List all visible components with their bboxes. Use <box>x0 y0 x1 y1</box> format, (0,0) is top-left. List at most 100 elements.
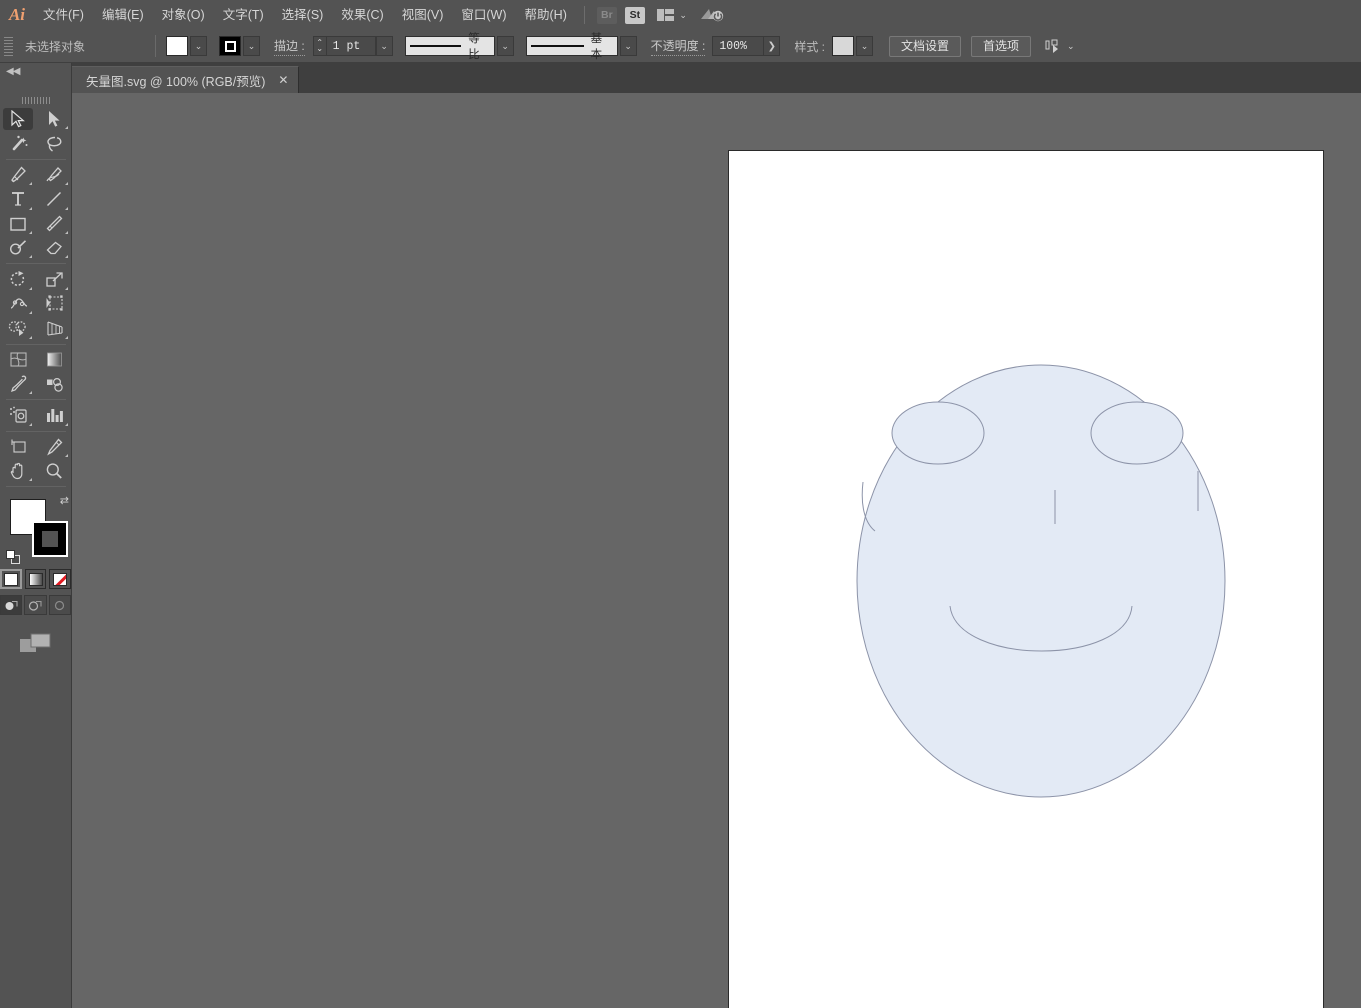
fill-color-swatch[interactable] <box>166 36 188 56</box>
draw-normal-mode[interactable] <box>0 595 23 616</box>
lasso-tool[interactable] <box>36 131 72 155</box>
graphic-style-group[interactable]: ⌄ <box>832 36 874 56</box>
column-graph-tool[interactable] <box>36 403 72 427</box>
menu-window[interactable]: 窗口(W) <box>452 0 515 30</box>
style-chevron-down-icon[interactable]: ⌄ <box>856 36 874 56</box>
fill-swatch-group[interactable]: ⌄ <box>166 36 207 56</box>
shaper-tool[interactable] <box>0 236 36 260</box>
align-chevron-down-icon[interactable]: ⌄ <box>1067 41 1075 52</box>
color-mode-gradient[interactable] <box>24 569 47 590</box>
hand-tool[interactable] <box>0 459 36 483</box>
direct-selection-tool[interactable] <box>36 107 72 131</box>
smiley-face-vector[interactable] <box>729 151 1323 1008</box>
draw-inside-mode[interactable] <box>48 595 71 616</box>
free-transform-icon <box>39 293 69 315</box>
line-segment-tool[interactable] <box>36 187 72 211</box>
gradient-icon <box>28 572 43 586</box>
rectangle-tool[interactable] <box>0 212 36 236</box>
selection-tool[interactable] <box>0 107 36 131</box>
document-tab-title: 矢量图.svg @ 100% (RGB/预览) <box>86 74 266 89</box>
align-to-selection-icon[interactable] <box>1045 39 1062 54</box>
color-mode-none[interactable] <box>49 569 72 590</box>
stroke-weight-stepper-arrows[interactable]: ⌃ ⌄ <box>312 36 326 56</box>
free-transform-tool[interactable] <box>36 292 72 316</box>
stroke-weight-input[interactable]: 1 pt <box>325 36 376 56</box>
preferences-button[interactable]: 首选项 <box>971 35 1032 57</box>
opacity-expand-arrow-icon[interactable]: ❯ <box>764 36 781 56</box>
paintbrush-tool[interactable] <box>36 212 72 236</box>
flyout-indicator-icon <box>65 126 68 130</box>
stroke-dropdown-chevron-down-icon[interactable]: ⌄ <box>243 36 260 56</box>
fill-dropdown-chevron-down-icon[interactable]: ⌄ <box>190 36 207 56</box>
menu-object[interactable]: 对象(O) <box>153 0 214 30</box>
artboard[interactable]: https://blog.csdn.net/hwytree <box>728 150 1324 1008</box>
document-tab[interactable]: 矢量图.svg @ 100% (RGB/预览) ✕ <box>72 66 300 93</box>
perspective-grid-tool[interactable] <box>36 316 72 340</box>
stock-icon[interactable]: St <box>624 6 645 24</box>
zoom-tool[interactable] <box>36 459 72 483</box>
opacity-control[interactable]: 100% ❯ <box>712 36 781 56</box>
right-eye-ellipse[interactable] <box>1090 401 1184 465</box>
fill-stroke-proxy: ⇄ <box>0 494 72 566</box>
menu-select[interactable]: 选择(S) <box>273 0 333 30</box>
creative-cloud-icon[interactable] <box>699 6 725 24</box>
swap-fill-stroke-icon[interactable]: ⇄ <box>60 494 69 507</box>
solid-color-icon <box>3 572 18 586</box>
scale-tool[interactable] <box>36 267 72 291</box>
stroke-color-swatch[interactable] <box>219 36 241 56</box>
document-setup-button[interactable]: 文档设置 <box>889 35 962 57</box>
canvas-area[interactable]: https://blog.csdn.net/hwytree <box>72 93 1361 1008</box>
stroke-color-proxy[interactable] <box>32 521 68 558</box>
width-tool[interactable] <box>0 292 36 316</box>
stroke-weight-chevron-down-icon[interactable]: ⌄ <box>375 36 393 56</box>
blend-tool[interactable] <box>36 372 72 396</box>
eyedropper-tool[interactable] <box>0 372 36 396</box>
opacity-label[interactable]: 不透明度 : <box>650 37 706 56</box>
left-eye-ellipse[interactable] <box>891 401 985 465</box>
variable-width-chevron-down-icon[interactable]: ⌄ <box>496 36 514 56</box>
collapse-panel-icon[interactable]: ◀◀ <box>6 66 20 77</box>
lasso-icon <box>39 133 69 155</box>
type-tool[interactable] <box>0 187 36 211</box>
control-bar: 未选择对象 ⌄ ⌄ 描边 : ⌃ ⌄ 1 pt ⌄ 等比 ⌄ 基本 ⌄ 不透明度… <box>0 30 1361 63</box>
tools-panel-grip[interactable] <box>0 93 71 107</box>
stroke-weight-label[interactable]: 描边 : <box>274 37 305 56</box>
menu-help[interactable]: 帮助(H) <box>516 0 576 30</box>
menu-edit[interactable]: 编辑(E) <box>93 0 153 30</box>
control-bar-grip[interactable] <box>4 35 13 57</box>
draw-behind-mode[interactable] <box>24 595 47 616</box>
magic-wand-tool[interactable] <box>0 131 36 155</box>
stroke-weight-stepper[interactable]: ⌃ ⌄ 1 pt ⌄ <box>312 36 393 56</box>
shape-builder-tool[interactable] <box>0 316 36 340</box>
menu-view[interactable]: 视图(V) <box>393 0 453 30</box>
menu-file[interactable]: 文件(F) <box>34 0 93 30</box>
menu-type[interactable]: 文字(T) <box>214 0 273 30</box>
stroke-swatch-group[interactable]: ⌄ <box>219 36 260 56</box>
slice-tool[interactable] <box>36 435 72 459</box>
artboard-tool[interactable] <box>0 435 36 459</box>
menu-effect[interactable]: 效果(C) <box>332 0 392 30</box>
brush-definition-chevron-down-icon[interactable]: ⌄ <box>619 36 637 56</box>
flyout-indicator-icon <box>29 311 32 315</box>
bridge-icon[interactable]: Br <box>596 6 617 24</box>
align-to-selection-control[interactable]: ⌄ <box>1045 39 1075 54</box>
draw-mode-bar <box>0 595 71 616</box>
pen-tool[interactable] <box>0 163 36 187</box>
eraser-tool[interactable] <box>36 236 72 260</box>
mesh-tool[interactable] <box>0 348 36 372</box>
change-screen-mode[interactable] <box>0 631 71 655</box>
variable-width-profile-select[interactable]: 等比 <box>404 33 495 61</box>
default-fill-stroke-icon[interactable] <box>6 550 20 565</box>
gradient-tool[interactable] <box>36 348 72 372</box>
curvature-tool[interactable] <box>36 163 72 187</box>
opacity-input[interactable]: 100% <box>712 36 765 56</box>
color-mode-color[interactable] <box>0 569 22 590</box>
arrange-documents-icon[interactable] <box>656 9 675 21</box>
arrange-chevron-down-icon[interactable]: ⌄ <box>679 10 687 21</box>
close-icon[interactable]: ✕ <box>278 73 288 87</box>
stepper-down-icon[interactable]: ⌄ <box>316 45 323 53</box>
rotate-tool[interactable] <box>0 267 36 291</box>
graphic-style-swatch[interactable] <box>832 36 855 56</box>
brush-definition-select[interactable]: 基本 <box>525 33 618 61</box>
symbol-sprayer-tool[interactable] <box>0 403 36 427</box>
